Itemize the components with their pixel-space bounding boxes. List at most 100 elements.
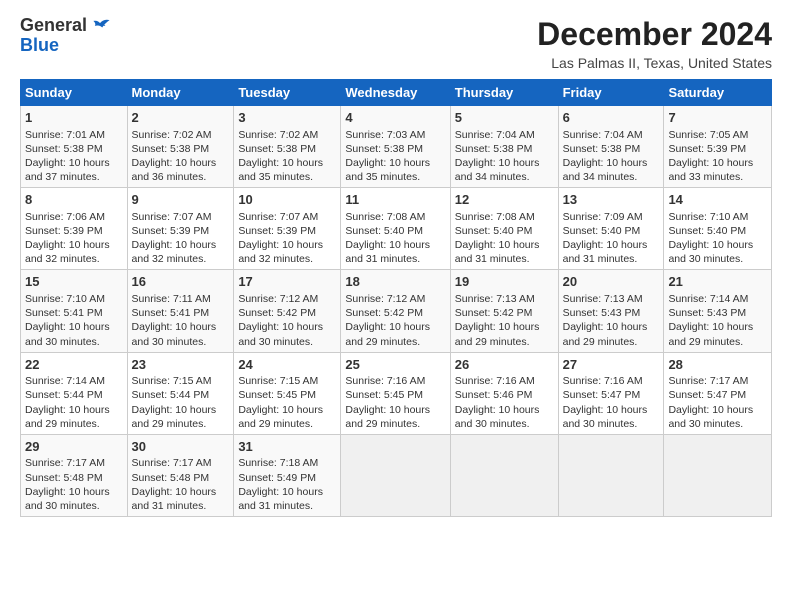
calendar-header: Sunday Monday Tuesday Wednesday Thursday… [21, 80, 772, 106]
col-thursday: Thursday [450, 80, 558, 106]
day-number: 24 [238, 356, 336, 374]
day-number: 2 [132, 109, 230, 127]
col-monday: Monday [127, 80, 234, 106]
table-row: 3Sunrise: 7:02 AM Sunset: 5:38 PM Daylig… [234, 106, 341, 188]
day-number: 11 [345, 191, 445, 209]
table-row: 6Sunrise: 7:04 AM Sunset: 5:38 PM Daylig… [558, 106, 664, 188]
day-info: Sunrise: 7:16 AM Sunset: 5:47 PM Dayligh… [563, 374, 660, 431]
header-row: Sunday Monday Tuesday Wednesday Thursday… [21, 80, 772, 106]
table-row [664, 434, 772, 516]
col-friday: Friday [558, 80, 664, 106]
table-row [558, 434, 664, 516]
day-number: 13 [563, 191, 660, 209]
table-row: 25Sunrise: 7:16 AM Sunset: 5:45 PM Dayli… [341, 352, 450, 434]
table-row: 28Sunrise: 7:17 AM Sunset: 5:47 PM Dayli… [664, 352, 772, 434]
day-info: Sunrise: 7:11 AM Sunset: 5:41 PM Dayligh… [132, 292, 230, 349]
table-row: 20Sunrise: 7:13 AM Sunset: 5:43 PM Dayli… [558, 270, 664, 352]
table-row: 17Sunrise: 7:12 AM Sunset: 5:42 PM Dayli… [234, 270, 341, 352]
table-row: 9Sunrise: 7:07 AM Sunset: 5:39 PM Daylig… [127, 188, 234, 270]
calendar-table: Sunday Monday Tuesday Wednesday Thursday… [20, 79, 772, 517]
logo: General Blue [20, 16, 111, 56]
logo-general: General [20, 16, 87, 36]
table-row: 31Sunrise: 7:18 AM Sunset: 5:49 PM Dayli… [234, 434, 341, 516]
header: General Blue December 2024 Las Palmas II… [20, 16, 772, 71]
day-number: 8 [25, 191, 123, 209]
day-number: 20 [563, 273, 660, 291]
table-row: 10Sunrise: 7:07 AM Sunset: 5:39 PM Dayli… [234, 188, 341, 270]
day-number: 28 [668, 356, 767, 374]
day-number: 10 [238, 191, 336, 209]
day-info: Sunrise: 7:10 AM Sunset: 5:40 PM Dayligh… [668, 210, 767, 267]
day-number: 9 [132, 191, 230, 209]
table-row: 12Sunrise: 7:08 AM Sunset: 5:40 PM Dayli… [450, 188, 558, 270]
col-sunday: Sunday [21, 80, 128, 106]
day-number: 22 [25, 356, 123, 374]
table-row: 30Sunrise: 7:17 AM Sunset: 5:48 PM Dayli… [127, 434, 234, 516]
day-info: Sunrise: 7:02 AM Sunset: 5:38 PM Dayligh… [238, 128, 336, 185]
table-row: 24Sunrise: 7:15 AM Sunset: 5:45 PM Dayli… [234, 352, 341, 434]
logo-blue: Blue [20, 36, 111, 56]
day-number: 18 [345, 273, 445, 291]
table-row: 13Sunrise: 7:09 AM Sunset: 5:40 PM Dayli… [558, 188, 664, 270]
day-info: Sunrise: 7:13 AM Sunset: 5:42 PM Dayligh… [455, 292, 554, 349]
day-info: Sunrise: 7:07 AM Sunset: 5:39 PM Dayligh… [132, 210, 230, 267]
bird-icon [89, 17, 111, 35]
day-number: 4 [345, 109, 445, 127]
day-number: 5 [455, 109, 554, 127]
day-number: 1 [25, 109, 123, 127]
day-info: Sunrise: 7:17 AM Sunset: 5:48 PM Dayligh… [25, 456, 123, 513]
day-number: 16 [132, 273, 230, 291]
day-info: Sunrise: 7:04 AM Sunset: 5:38 PM Dayligh… [563, 128, 660, 185]
day-number: 6 [563, 109, 660, 127]
day-info: Sunrise: 7:02 AM Sunset: 5:38 PM Dayligh… [132, 128, 230, 185]
table-row: 23Sunrise: 7:15 AM Sunset: 5:44 PM Dayli… [127, 352, 234, 434]
day-info: Sunrise: 7:09 AM Sunset: 5:40 PM Dayligh… [563, 210, 660, 267]
day-info: Sunrise: 7:14 AM Sunset: 5:44 PM Dayligh… [25, 374, 123, 431]
day-info: Sunrise: 7:12 AM Sunset: 5:42 PM Dayligh… [238, 292, 336, 349]
table-row: 27Sunrise: 7:16 AM Sunset: 5:47 PM Dayli… [558, 352, 664, 434]
page: General Blue December 2024 Las Palmas II… [0, 0, 792, 527]
day-number: 14 [668, 191, 767, 209]
day-info: Sunrise: 7:05 AM Sunset: 5:39 PM Dayligh… [668, 128, 767, 185]
day-info: Sunrise: 7:17 AM Sunset: 5:47 PM Dayligh… [668, 374, 767, 431]
day-number: 19 [455, 273, 554, 291]
day-info: Sunrise: 7:08 AM Sunset: 5:40 PM Dayligh… [345, 210, 445, 267]
subtitle: Las Palmas II, Texas, United States [537, 55, 772, 71]
day-info: Sunrise: 7:01 AM Sunset: 5:38 PM Dayligh… [25, 128, 123, 185]
day-info: Sunrise: 7:08 AM Sunset: 5:40 PM Dayligh… [455, 210, 554, 267]
day-info: Sunrise: 7:15 AM Sunset: 5:45 PM Dayligh… [238, 374, 336, 431]
day-info: Sunrise: 7:16 AM Sunset: 5:46 PM Dayligh… [455, 374, 554, 431]
day-info: Sunrise: 7:04 AM Sunset: 5:38 PM Dayligh… [455, 128, 554, 185]
day-info: Sunrise: 7:12 AM Sunset: 5:42 PM Dayligh… [345, 292, 445, 349]
table-row: 15Sunrise: 7:10 AM Sunset: 5:41 PM Dayli… [21, 270, 128, 352]
table-row: 11Sunrise: 7:08 AM Sunset: 5:40 PM Dayli… [341, 188, 450, 270]
title-area: December 2024 Las Palmas II, Texas, Unit… [537, 16, 772, 71]
day-number: 27 [563, 356, 660, 374]
day-number: 25 [345, 356, 445, 374]
table-row: 1Sunrise: 7:01 AM Sunset: 5:38 PM Daylig… [21, 106, 128, 188]
day-info: Sunrise: 7:18 AM Sunset: 5:49 PM Dayligh… [238, 456, 336, 513]
day-info: Sunrise: 7:10 AM Sunset: 5:41 PM Dayligh… [25, 292, 123, 349]
table-row: 7Sunrise: 7:05 AM Sunset: 5:39 PM Daylig… [664, 106, 772, 188]
day-info: Sunrise: 7:06 AM Sunset: 5:39 PM Dayligh… [25, 210, 123, 267]
main-title: December 2024 [537, 16, 772, 53]
day-number: 26 [455, 356, 554, 374]
day-number: 29 [25, 438, 123, 456]
table-row: 26Sunrise: 7:16 AM Sunset: 5:46 PM Dayli… [450, 352, 558, 434]
day-number: 23 [132, 356, 230, 374]
col-saturday: Saturday [664, 80, 772, 106]
table-row: 16Sunrise: 7:11 AM Sunset: 5:41 PM Dayli… [127, 270, 234, 352]
day-info: Sunrise: 7:07 AM Sunset: 5:39 PM Dayligh… [238, 210, 336, 267]
table-row [341, 434, 450, 516]
table-row: 29Sunrise: 7:17 AM Sunset: 5:48 PM Dayli… [21, 434, 128, 516]
day-info: Sunrise: 7:15 AM Sunset: 5:44 PM Dayligh… [132, 374, 230, 431]
table-row: 8Sunrise: 7:06 AM Sunset: 5:39 PM Daylig… [21, 188, 128, 270]
table-row: 18Sunrise: 7:12 AM Sunset: 5:42 PM Dayli… [341, 270, 450, 352]
day-number: 15 [25, 273, 123, 291]
day-info: Sunrise: 7:14 AM Sunset: 5:43 PM Dayligh… [668, 292, 767, 349]
day-number: 3 [238, 109, 336, 127]
day-info: Sunrise: 7:03 AM Sunset: 5:38 PM Dayligh… [345, 128, 445, 185]
table-row: 19Sunrise: 7:13 AM Sunset: 5:42 PM Dayli… [450, 270, 558, 352]
day-info: Sunrise: 7:13 AM Sunset: 5:43 PM Dayligh… [563, 292, 660, 349]
day-number: 12 [455, 191, 554, 209]
